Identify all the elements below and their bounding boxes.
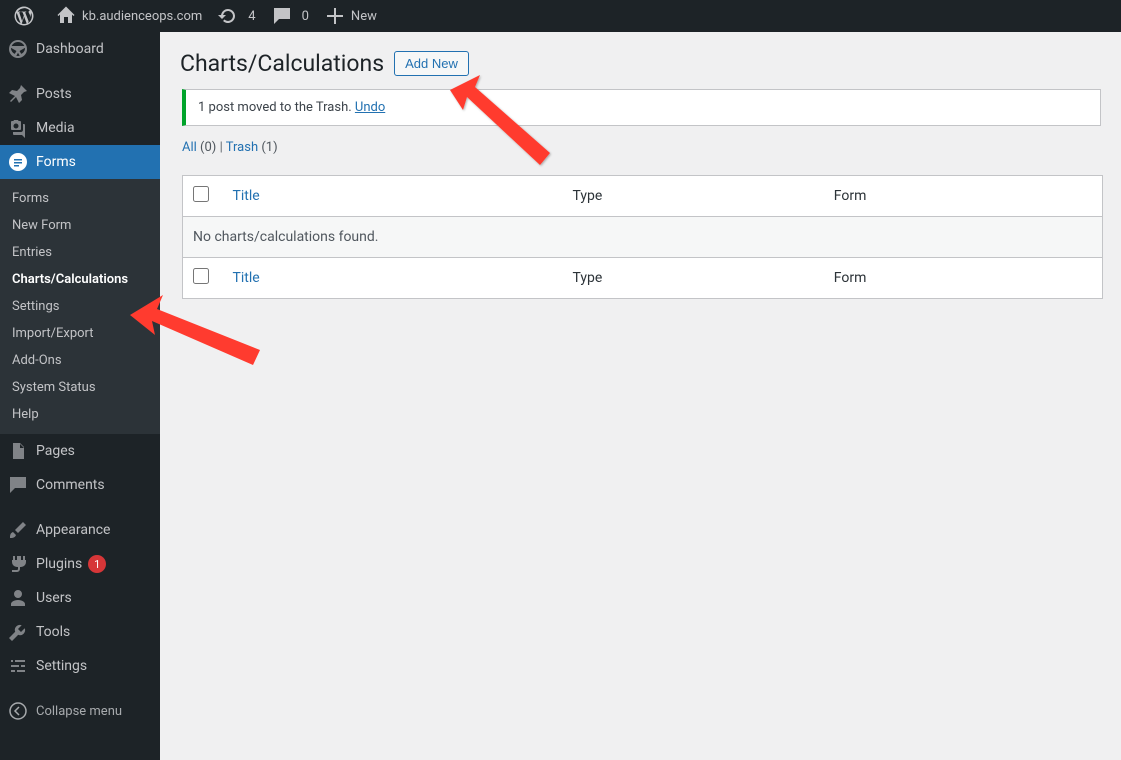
col-form-bottom: Form (824, 258, 1103, 299)
select-all-checkbox-top[interactable] (193, 186, 209, 202)
menu-label: Pages (36, 443, 75, 459)
add-new-button[interactable]: Add New (394, 51, 469, 76)
select-all-checkbox-bottom[interactable] (193, 268, 209, 284)
updates-count: 4 (248, 9, 255, 24)
submenu-charts[interactable]: Charts/Calculations (0, 266, 160, 293)
menu-label: Tools (36, 624, 70, 640)
menu-label: Forms (36, 154, 76, 170)
media-icon (8, 118, 28, 138)
menu-tools[interactable]: Tools (0, 615, 160, 649)
admin-bar: kb.audienceops.com 4 0 New (0, 0, 1121, 32)
menu-label: Comments (36, 477, 105, 493)
submenu-import-export[interactable]: Import/Export (0, 320, 160, 347)
notice-text: 1 post moved to the Trash. (198, 100, 355, 115)
submenu-settings[interactable]: Settings (0, 293, 160, 320)
submenu-system-status[interactable]: System Status (0, 374, 160, 401)
submenu-new-form[interactable]: New Form (0, 212, 160, 239)
charts-table: Title Type Form No charts/calculations f… (182, 175, 1103, 299)
table-empty-row: No charts/calculations found. (183, 217, 1103, 258)
admin-sidebar: Dashboard Posts Media Forms Forms New Fo… (0, 32, 160, 760)
page-title: Charts/Calculations (180, 50, 384, 77)
menu-appearance[interactable]: Appearance (0, 513, 160, 547)
menu-plugins[interactable]: Plugins 1 (0, 547, 160, 581)
menu-posts[interactable]: Posts (0, 77, 160, 111)
wp-logo[interactable] (6, 0, 48, 32)
new-content-link[interactable]: New (317, 0, 385, 32)
collapse-menu[interactable]: Collapse menu (0, 694, 160, 728)
plus-icon (325, 6, 345, 26)
page-content: Charts/Calculations Add New 1 post moved… (160, 32, 1121, 760)
empty-message: No charts/calculations found. (183, 217, 1103, 258)
submenu-forms-list[interactable]: Forms (0, 185, 160, 212)
col-type-bottom: Type (563, 258, 824, 299)
submenu-help[interactable]: Help (0, 401, 160, 428)
menu-forms[interactable]: Forms (0, 145, 160, 179)
filter-all[interactable]: All (182, 140, 197, 155)
filter-trash-count: (1) (261, 140, 277, 155)
undo-link[interactable]: Undo (355, 100, 385, 115)
submenu-entries[interactable]: Entries (0, 239, 160, 266)
status-filters: All (0) | Trash (1) (182, 140, 1101, 155)
col-title-sort-bottom[interactable]: Title (233, 270, 260, 286)
comment-icon (272, 6, 292, 26)
refresh-icon (218, 6, 238, 26)
plug-icon (8, 554, 28, 574)
table-footer-row: Title Type Form (183, 258, 1103, 299)
dashboard-icon (8, 39, 28, 59)
menu-label: Plugins (36, 556, 82, 572)
home-icon (56, 6, 76, 26)
comments-icon (8, 475, 28, 495)
filter-all-count: (0) (200, 140, 216, 155)
pin-icon (8, 84, 28, 104)
menu-label: Users (36, 590, 72, 606)
site-name: kb.audienceops.com (82, 9, 202, 24)
menu-label: Settings (36, 658, 87, 674)
pages-icon (8, 441, 28, 461)
new-label: New (351, 9, 377, 24)
menu-dashboard[interactable]: Dashboard (0, 32, 160, 66)
comments-count: 0 (302, 9, 309, 24)
col-type: Type (563, 176, 824, 217)
menu-label: Posts (36, 86, 72, 102)
wordpress-icon (14, 6, 34, 26)
menu-settings[interactable]: Settings (0, 649, 160, 683)
filter-trash[interactable]: Trash (226, 140, 258, 155)
submenu-addons[interactable]: Add-Ons (0, 347, 160, 374)
menu-media[interactable]: Media (0, 111, 160, 145)
updates-link[interactable]: 4 (210, 0, 263, 32)
col-form: Form (824, 176, 1103, 217)
submenu-forms: Forms New Form Entries Charts/Calculatio… (0, 179, 160, 434)
trash-notice: 1 post moved to the Trash. Undo (182, 89, 1101, 126)
collapse-label: Collapse menu (36, 704, 122, 719)
table-header-row: Title Type Form (183, 176, 1103, 217)
menu-label: Appearance (36, 522, 110, 538)
menu-label: Dashboard (36, 41, 104, 57)
collapse-icon (8, 701, 28, 721)
comments-link[interactable]: 0 (264, 0, 317, 32)
wrench-icon (8, 622, 28, 642)
user-icon (8, 588, 28, 608)
col-title-sort[interactable]: Title (233, 188, 260, 204)
menu-label: Media (36, 120, 75, 136)
menu-comments[interactable]: Comments (0, 468, 160, 502)
brush-icon (8, 520, 28, 540)
menu-users[interactable]: Users (0, 581, 160, 615)
sliders-icon (8, 656, 28, 676)
plugins-update-badge: 1 (88, 555, 106, 573)
forms-icon (8, 152, 28, 172)
page-header: Charts/Calculations Add New (180, 50, 1101, 77)
site-link[interactable]: kb.audienceops.com (48, 0, 210, 32)
menu-pages[interactable]: Pages (0, 434, 160, 468)
